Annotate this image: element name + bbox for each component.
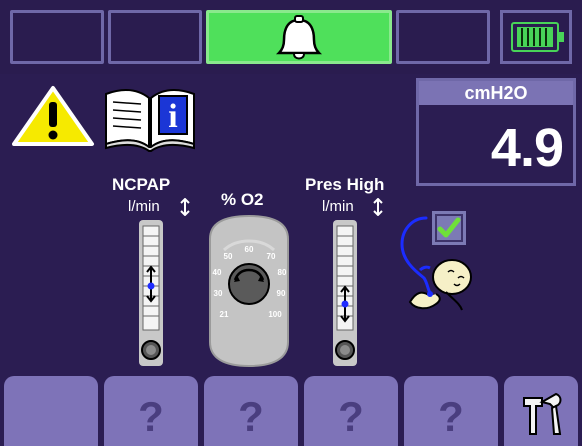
question-icon: ? <box>404 388 498 446</box>
bottom-button-2[interactable]: ? <box>104 376 198 446</box>
bottom-button-3-label: ? <box>238 393 264 440</box>
ncpap-unit: l/min <box>128 198 160 215</box>
svg-text:i: i <box>168 98 177 135</box>
tools-button[interactable] <box>504 376 578 446</box>
pres-high-title: Pres High <box>305 175 385 194</box>
top-slot-2-button[interactable] <box>108 10 202 64</box>
bottom-button-3[interactable]: ? <box>204 376 298 446</box>
oxygen-tick-100: 100 <box>268 310 282 319</box>
adjust-arrow-icon-2 <box>373 198 383 216</box>
bottom-button-4[interactable]: ? <box>304 376 398 446</box>
oxygen-tick-30: 30 <box>214 289 223 298</box>
bell-icon <box>275 15 323 60</box>
pressure-value: 4.9 <box>490 118 564 178</box>
question-icon: ? <box>204 388 298 446</box>
oxygen-tick-70: 70 <box>267 252 276 261</box>
alarm-button[interactable] <box>206 10 392 64</box>
top-slot-4-button[interactable] <box>396 10 490 64</box>
pressure-display: cmH2O 4.9 <box>416 78 576 186</box>
info-book-icon[interactable]: i <box>101 82 199 152</box>
bottom-button-2-label: ? <box>138 393 164 440</box>
top-slot-1-button[interactable] <box>10 10 104 64</box>
bottom-button-5[interactable]: ? <box>404 376 498 446</box>
oxygen-dial[interactable]: 21 30 40 50 60 70 80 90 100 <box>204 214 294 368</box>
battery-icon <box>511 22 564 52</box>
bottom-button-1[interactable] <box>4 376 98 446</box>
question-icon: ? <box>104 388 198 446</box>
pres-high-unit: l/min <box>322 198 354 215</box>
top-toolbar <box>0 0 582 74</box>
battery-button[interactable] <box>500 10 572 64</box>
oxygen-tick-80: 80 <box>278 268 287 277</box>
question-icon: ? <box>304 388 398 446</box>
adjust-arrow-icon <box>180 198 190 216</box>
oxygen-tick-21: 21 <box>220 310 229 319</box>
infant-icon <box>400 216 472 311</box>
oxygen-tick-50: 50 <box>224 252 233 261</box>
ncpap-flow-meter[interactable] <box>139 220 163 366</box>
bottom-button-5-label: ? <box>438 393 464 440</box>
oxygen-tick-60: 60 <box>245 245 254 254</box>
oxygen-title: % O2 <box>221 190 264 209</box>
bottom-button-4-label: ? <box>338 393 364 440</box>
warning-icon[interactable] <box>10 84 96 148</box>
pressure-unit: cmH2O <box>419 81 573 105</box>
ncpap-title: NCPAP <box>112 175 171 194</box>
oxygen-tick-40: 40 <box>213 268 222 277</box>
pres-high-flow-meter[interactable] <box>333 220 357 366</box>
tools-icon <box>523 392 562 435</box>
oxygen-tick-90: 90 <box>277 289 286 298</box>
ventilator-screen: i cmH2O 4.9 NCPAP l/min % O2 Pres High l… <box>0 0 582 446</box>
